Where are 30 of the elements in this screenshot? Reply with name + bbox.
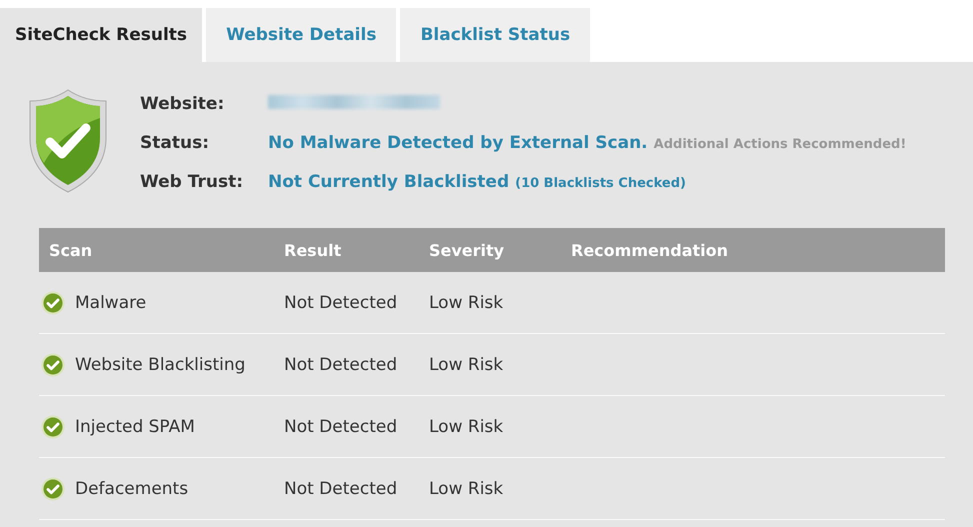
summary-label: Website: — [140, 94, 226, 114]
table-cell: Not Detected — [284, 292, 398, 312]
table-cell: Low Risk — [429, 416, 504, 436]
table-cell: Low Risk — [429, 354, 504, 374]
summary-note: (10 Blacklists Checked) — [515, 176, 686, 191]
table-cell: Not Detected — [284, 478, 398, 498]
table-cell: Not Detected — [284, 416, 398, 436]
summary-note: Additional Actions Recommended! — [654, 137, 906, 152]
column-header: Result — [284, 240, 342, 260]
summary-label: Status: — [140, 133, 210, 153]
table-cell: Website Blacklisting — [75, 354, 246, 374]
table-cell: Injected SPAM — [75, 416, 195, 436]
table-cell: Low Risk — [429, 292, 504, 312]
table-cell: Low Risk — [429, 478, 504, 498]
column-header: Recommendation — [571, 240, 729, 260]
table-cell: Defacements — [75, 478, 188, 498]
column-header: Scan — [48, 240, 94, 260]
check-icon — [41, 414, 65, 438]
check-icon — [41, 290, 65, 314]
tab[interactable]: Website Details — [206, 8, 396, 62]
table-cell: Not Detected — [284, 354, 398, 374]
check-icon — [41, 352, 65, 376]
tab[interactable]: SiteCheck Results — [0, 8, 202, 62]
summary-label: Web Trust: — [140, 172, 244, 192]
column-header: Severity — [429, 240, 506, 260]
check-icon — [41, 476, 65, 500]
tab[interactable]: Blacklist Status — [400, 8, 590, 62]
table-cell: Malware — [75, 292, 146, 312]
summary-value: No Malware Detected by External Scan. — [268, 133, 648, 153]
summary-value: Not Currently Blacklisted — [268, 172, 510, 192]
